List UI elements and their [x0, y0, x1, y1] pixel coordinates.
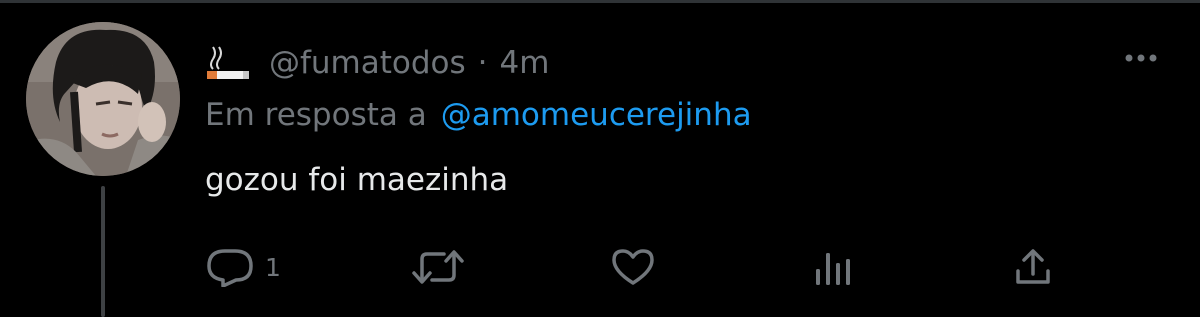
- share-button[interactable]: [1013, 247, 1053, 287]
- top-divider: [0, 0, 1200, 3]
- reply-context: Em resposta a @amomeucerejinha: [205, 92, 752, 138]
- reply-count: 1: [265, 252, 281, 282]
- like-icon: [610, 247, 656, 287]
- more-options-icon[interactable]: [1124, 50, 1158, 64]
- avatar[interactable]: [26, 22, 180, 176]
- avatar-image: [26, 22, 180, 176]
- reply-button[interactable]: 1: [205, 247, 281, 287]
- retweet-button[interactable]: [410, 247, 466, 287]
- reply-mention-link[interactable]: @amomeucerejinha: [441, 97, 752, 133]
- tweet-header: @fumatodos · 4m: [205, 38, 549, 88]
- cigarette-icon: [205, 45, 251, 81]
- like-button[interactable]: [610, 247, 656, 287]
- reply-icon: [205, 247, 257, 287]
- share-icon: [1013, 247, 1053, 287]
- thread-line: [101, 186, 105, 317]
- views-button[interactable]: [812, 247, 854, 287]
- tweet-text: gozou foi maezinha: [205, 162, 509, 198]
- reply-context-label: Em resposta a: [205, 97, 427, 133]
- tweet-timestamp[interactable]: 4m: [500, 45, 550, 81]
- author-handle[interactable]: @fumatodos: [269, 45, 466, 81]
- retweet-icon: [410, 247, 466, 287]
- views-icon: [812, 247, 854, 287]
- header-separator: ·: [477, 45, 488, 81]
